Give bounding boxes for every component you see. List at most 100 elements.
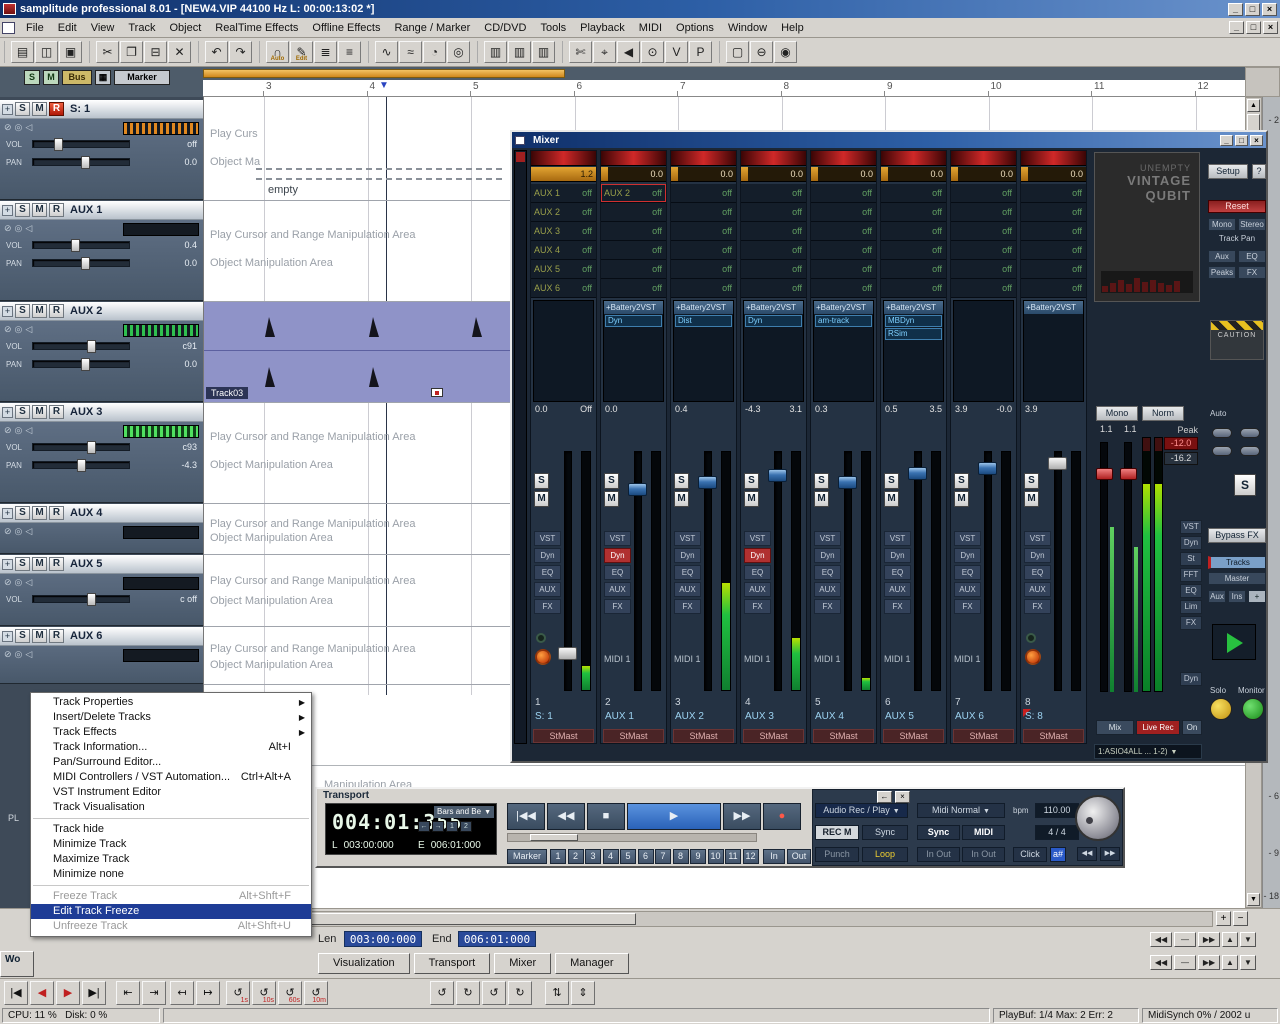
object-end-button[interactable]: ↦: [196, 981, 220, 1005]
move-up-button[interactable]: ⇅: [545, 981, 569, 1005]
pan-slider[interactable]: [32, 461, 130, 469]
track-expand-button[interactable]: +: [2, 508, 13, 519]
context-item-track-visualisation[interactable]: Track Visualisation: [31, 800, 311, 815]
aux-view-button[interactable]: Aux: [1208, 250, 1236, 263]
record-button[interactable]: ●: [763, 803, 801, 830]
punch-in-out-2[interactable]: In Out: [962, 847, 1005, 862]
goto-start-button[interactable]: |◀◀: [507, 803, 545, 830]
audio-object-blip[interactable]: [264, 316, 276, 338]
plugin-slot[interactable]: +Battery2VSTam-track: [813, 300, 874, 402]
range-tool-4[interactable]: 2: [460, 821, 472, 832]
track-expand-button[interactable]: +: [2, 104, 13, 115]
punch-in-out-1[interactable]: In Out: [917, 847, 960, 862]
move-down-button[interactable]: ⇕: [571, 981, 595, 1005]
aux-send-6[interactable]: off: [741, 279, 806, 298]
wave-split-icon[interactable]: ≈: [399, 41, 422, 63]
track-header-aux-2[interactable]: +SMRAUX 2⊘◎◁VOLc91PAN0.0: [0, 302, 203, 402]
aux-send-6[interactable]: off: [1021, 279, 1086, 298]
channel-fader[interactable]: [1054, 451, 1062, 691]
channel-mute-button[interactable]: M: [884, 491, 899, 507]
pan-knob[interactable]: [769, 419, 780, 430]
menu-track[interactable]: Track: [121, 20, 162, 36]
marker-button[interactable]: Marker: [114, 70, 170, 85]
pan-knob[interactable]: [909, 419, 920, 430]
insert-dyn-button[interactable]: Dyn: [744, 548, 771, 563]
range-edit-icon[interactable]: ▥: [532, 41, 555, 63]
track-expand-button[interactable]: +: [2, 306, 13, 317]
marker-7[interactable]: 7: [655, 849, 671, 864]
forward-button[interactable]: ▶▶: [723, 803, 761, 830]
aux-send-5[interactable]: off: [671, 260, 736, 279]
nav-button[interactable]: ▶▶: [1198, 955, 1220, 970]
context-item-track-information[interactable]: Track Information...Alt+I: [31, 740, 311, 755]
plugin-header[interactable]: +Battery2VST: [884, 301, 943, 314]
solo-knob[interactable]: [1210, 698, 1232, 720]
master-insert-dyn-button[interactable]: Dyn: [1180, 536, 1202, 550]
monitor-dot-icon[interactable]: [536, 633, 546, 643]
master-plugin-display[interactable]: UNEMPTY VINTAGE QUBIT: [1094, 152, 1200, 302]
on-button[interactable]: On: [1182, 720, 1202, 735]
track-solo-button[interactable]: S: [15, 405, 30, 419]
redo-icon[interactable]: ↷: [229, 41, 252, 63]
context-item-insert-delete-tracks[interactable]: Insert/Delete Tracks▶: [31, 710, 311, 725]
insert-aux-button[interactable]: AUX: [604, 582, 631, 597]
view-master-button[interactable]: Master: [1208, 572, 1266, 585]
aux-send-6[interactable]: off: [811, 279, 876, 298]
eq-view-button[interactable]: EQ: [1238, 250, 1266, 263]
nav-vert-button[interactable]: ▼: [1240, 932, 1256, 947]
channel-mute-button[interactable]: M: [954, 491, 969, 507]
plugin-item-dyn[interactable]: Dyn: [745, 315, 802, 327]
nav-button[interactable]: ◀◀: [1150, 955, 1172, 970]
nav-vert-button[interactable]: ▲: [1222, 932, 1238, 947]
channel-record-button[interactable]: [535, 649, 551, 665]
aux-send-6[interactable]: off: [951, 279, 1016, 298]
peak-value-1[interactable]: -12.0: [1164, 437, 1198, 450]
pan-slider[interactable]: [32, 259, 130, 267]
channel-solo-button[interactable]: S: [674, 473, 689, 489]
aux-send-3[interactable]: off: [951, 222, 1016, 241]
plugin-header[interactable]: +Battery2VST: [1024, 301, 1083, 314]
aux-send-5[interactable]: off: [601, 260, 666, 279]
master-insert-fx-button[interactable]: FX: [1180, 616, 1202, 630]
insert-dyn-button[interactable]: Dyn: [534, 548, 561, 563]
transport-collapse-button[interactable]: ←: [877, 791, 892, 803]
loop-d-button[interactable]: ↻: [508, 981, 532, 1005]
peaks-view-button[interactable]: Peaks: [1208, 266, 1236, 279]
gain-row[interactable]: 0.0: [741, 167, 806, 182]
mono-view-button[interactable]: Mono: [1208, 218, 1236, 231]
fader-cap[interactable]: [768, 469, 787, 482]
channel-mute-button[interactable]: M: [814, 491, 829, 507]
insert-fx-button[interactable]: FX: [534, 599, 561, 614]
insert-aux-button[interactable]: AUX: [1024, 582, 1051, 597]
context-item-pan-surround-editor[interactable]: Pan/Surround Editor...: [31, 755, 311, 770]
monitor-icon[interactable]: ◎: [15, 222, 23, 234]
pan-knob[interactable]: [699, 419, 710, 430]
stereo-view-button[interactable]: Stereo: [1238, 218, 1266, 231]
position-slider-thumb[interactable]: [530, 834, 578, 841]
range-store-icon[interactable]: ▥: [484, 41, 507, 63]
snap-knob-3[interactable]: [1212, 446, 1232, 456]
channel-output-button[interactable]: StMast: [953, 729, 1014, 743]
plugin-item-dist[interactable]: Dist: [675, 315, 732, 327]
live-rec-button[interactable]: Live Rec: [1136, 720, 1180, 735]
transport-close-button[interactable]: ×: [895, 791, 910, 803]
master-fader-cap-r[interactable]: [1120, 468, 1137, 480]
monitor-icon[interactable]: ◎: [15, 323, 23, 335]
insert-eq-button[interactable]: EQ: [744, 565, 771, 580]
monitor-icon[interactable]: ◎: [15, 121, 23, 133]
track-record-button[interactable]: R: [49, 405, 64, 419]
aux-send-3[interactable]: off: [601, 222, 666, 241]
click-button[interactable]: Click: [1013, 847, 1047, 862]
master-insert-vst-button[interactable]: VST: [1180, 520, 1202, 534]
menu-options[interactable]: Options: [669, 20, 721, 36]
paste-icon[interactable]: ⊟: [144, 41, 167, 63]
plugin-slot[interactable]: +Battery2VST: [1023, 300, 1084, 402]
marker-2[interactable]: 2: [568, 849, 584, 864]
insert-vst-button[interactable]: VST: [534, 531, 561, 546]
marker-6[interactable]: 6: [638, 849, 654, 864]
time-format-dropdown[interactable]: Bars and Be▼: [434, 806, 494, 818]
track-mute-button[interactable]: M: [32, 304, 47, 318]
track-record-button[interactable]: R: [49, 629, 64, 643]
bypass-fx-button[interactable]: Bypass FX: [1208, 528, 1266, 543]
menu-file[interactable]: File: [19, 20, 51, 36]
